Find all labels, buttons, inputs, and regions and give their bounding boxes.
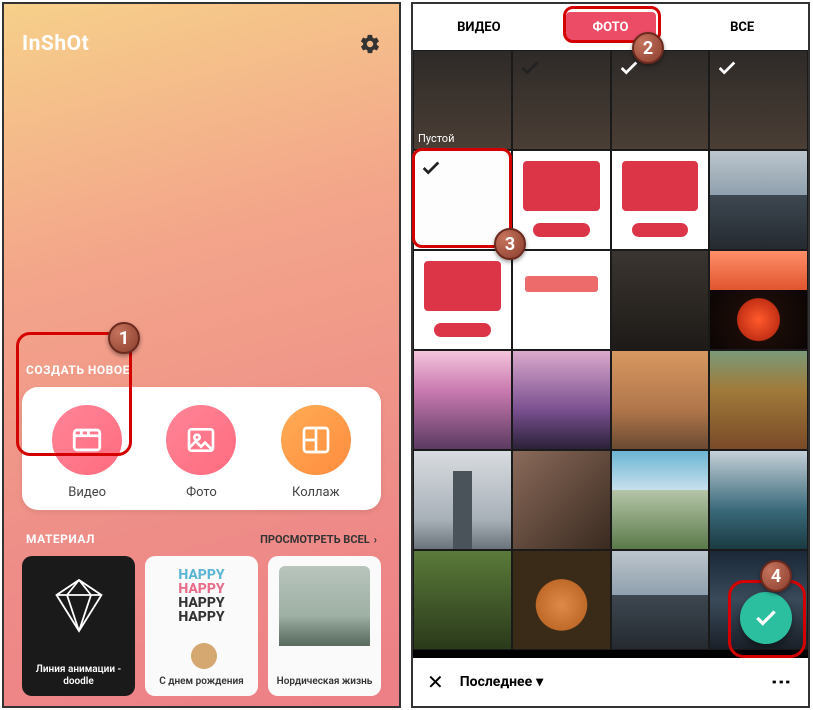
create-photo-label: Фото xyxy=(186,485,217,500)
gallery-thumb[interactable] xyxy=(413,550,512,650)
create-card: Видео Фото Коллаж xyxy=(22,387,381,510)
gallery-thumb[interactable] xyxy=(611,350,710,450)
thumb-blank-option[interactable]: Пустой xyxy=(413,50,512,150)
check-icon xyxy=(519,57,541,79)
video-icon xyxy=(52,405,122,475)
create-photo-button[interactable]: Фото xyxy=(146,405,256,500)
more-icon[interactable]: ⋮ xyxy=(770,672,794,692)
material-doodle-label: Линия анимации - doodle xyxy=(28,664,129,688)
chevron-right-icon: › xyxy=(374,533,377,546)
gallery-thumb[interactable] xyxy=(512,250,611,350)
gallery-thumb[interactable] xyxy=(512,50,611,150)
album-dropdown[interactable]: Последнее ▾ xyxy=(460,674,543,690)
picker-tabs: ВИДЕО ФОТО ВСЕ xyxy=(413,4,808,50)
create-collage-label: Коллаж xyxy=(292,485,340,500)
material-grid: Линия анимации - doodle HAPPYHAPPYHAPPYH… xyxy=(22,556,381,696)
gallery-thumb[interactable] xyxy=(512,150,611,250)
gallery-grid[interactable]: Пустой xyxy=(413,50,808,658)
gallery-thumb[interactable] xyxy=(611,550,710,650)
view-all-button[interactable]: ПРОСМОТРЕТЬ ВСЕL › xyxy=(260,533,377,546)
view-all-label: ПРОСМОТРЕТЬ ВСЕL xyxy=(260,533,370,546)
material-doodle[interactable]: Линия анимации - doodle xyxy=(22,556,135,696)
home-header: InShOt xyxy=(22,24,381,64)
gallery-thumb[interactable] xyxy=(413,250,512,350)
step-badge-1: 1 xyxy=(108,322,140,354)
happy-text-decor: HAPPYHAPPYHAPPYHAPPY xyxy=(145,568,258,624)
material-nordic[interactable]: Нордическая жизнь xyxy=(268,556,381,696)
gallery-thumb[interactable] xyxy=(709,50,808,150)
settings-icon[interactable] xyxy=(359,33,381,55)
check-icon xyxy=(618,57,640,79)
create-collage-button[interactable]: Коллаж xyxy=(261,405,371,500)
step-badge-3: 3 xyxy=(494,228,526,260)
material-section-label: МАТЕРИАЛ xyxy=(26,532,95,546)
gallery-thumb[interactable] xyxy=(709,250,808,350)
check-icon xyxy=(753,605,779,631)
diamond-icon xyxy=(49,574,109,634)
material-birthday-label: С днем рождения xyxy=(159,676,243,688)
check-icon xyxy=(716,57,738,79)
inshot-home-screen: InShOt СОЗДАТЬ НОВОЕ Видео Фото Коллаж М… xyxy=(2,2,401,708)
empty-label: Пустой xyxy=(418,132,454,145)
gallery-thumb[interactable] xyxy=(709,150,808,250)
gallery-thumb[interactable] xyxy=(413,450,512,550)
check-icon xyxy=(420,157,442,179)
gallery-thumb[interactable] xyxy=(512,450,611,550)
material-nordic-label: Нордическая жизнь xyxy=(277,676,373,688)
app-logo: InShOt xyxy=(22,32,89,56)
nordic-decor xyxy=(279,566,369,646)
gallery-thumb[interactable] xyxy=(512,350,611,450)
step-badge-4: 4 xyxy=(760,560,792,592)
bottom-bar: ✕ Последнее ▾ ⋮ xyxy=(413,658,808,706)
gallery-thumb[interactable] xyxy=(709,450,808,550)
album-label: Последнее xyxy=(460,674,532,690)
gallery-thumb[interactable] xyxy=(611,150,710,250)
create-video-label: Видео xyxy=(68,485,106,500)
create-video-button[interactable]: Видео xyxy=(32,405,142,500)
step-badge-2: 2 xyxy=(632,32,664,64)
gallery-thumb[interactable] xyxy=(709,350,808,450)
gallery-thumb[interactable] xyxy=(611,50,710,150)
material-birthday[interactable]: HAPPYHAPPYHAPPYHAPPY С днем рождения xyxy=(145,556,258,696)
photo-icon xyxy=(166,405,236,475)
chevron-down-icon: ▾ xyxy=(536,674,543,690)
gallery-thumb[interactable] xyxy=(611,250,710,350)
create-section-label: СОЗДАТЬ НОВОЕ xyxy=(26,363,377,377)
close-icon[interactable]: ✕ xyxy=(427,670,444,694)
confirm-fab[interactable] xyxy=(740,592,792,644)
tab-video[interactable]: ВИДЕО xyxy=(413,20,545,35)
collage-icon xyxy=(281,405,351,475)
gallery-thumb[interactable] xyxy=(512,550,611,650)
tab-all[interactable]: ВСЕ xyxy=(676,20,808,35)
gallery-thumb[interactable] xyxy=(611,450,710,550)
gallery-thumb[interactable] xyxy=(413,350,512,450)
cat-decor xyxy=(179,636,229,676)
